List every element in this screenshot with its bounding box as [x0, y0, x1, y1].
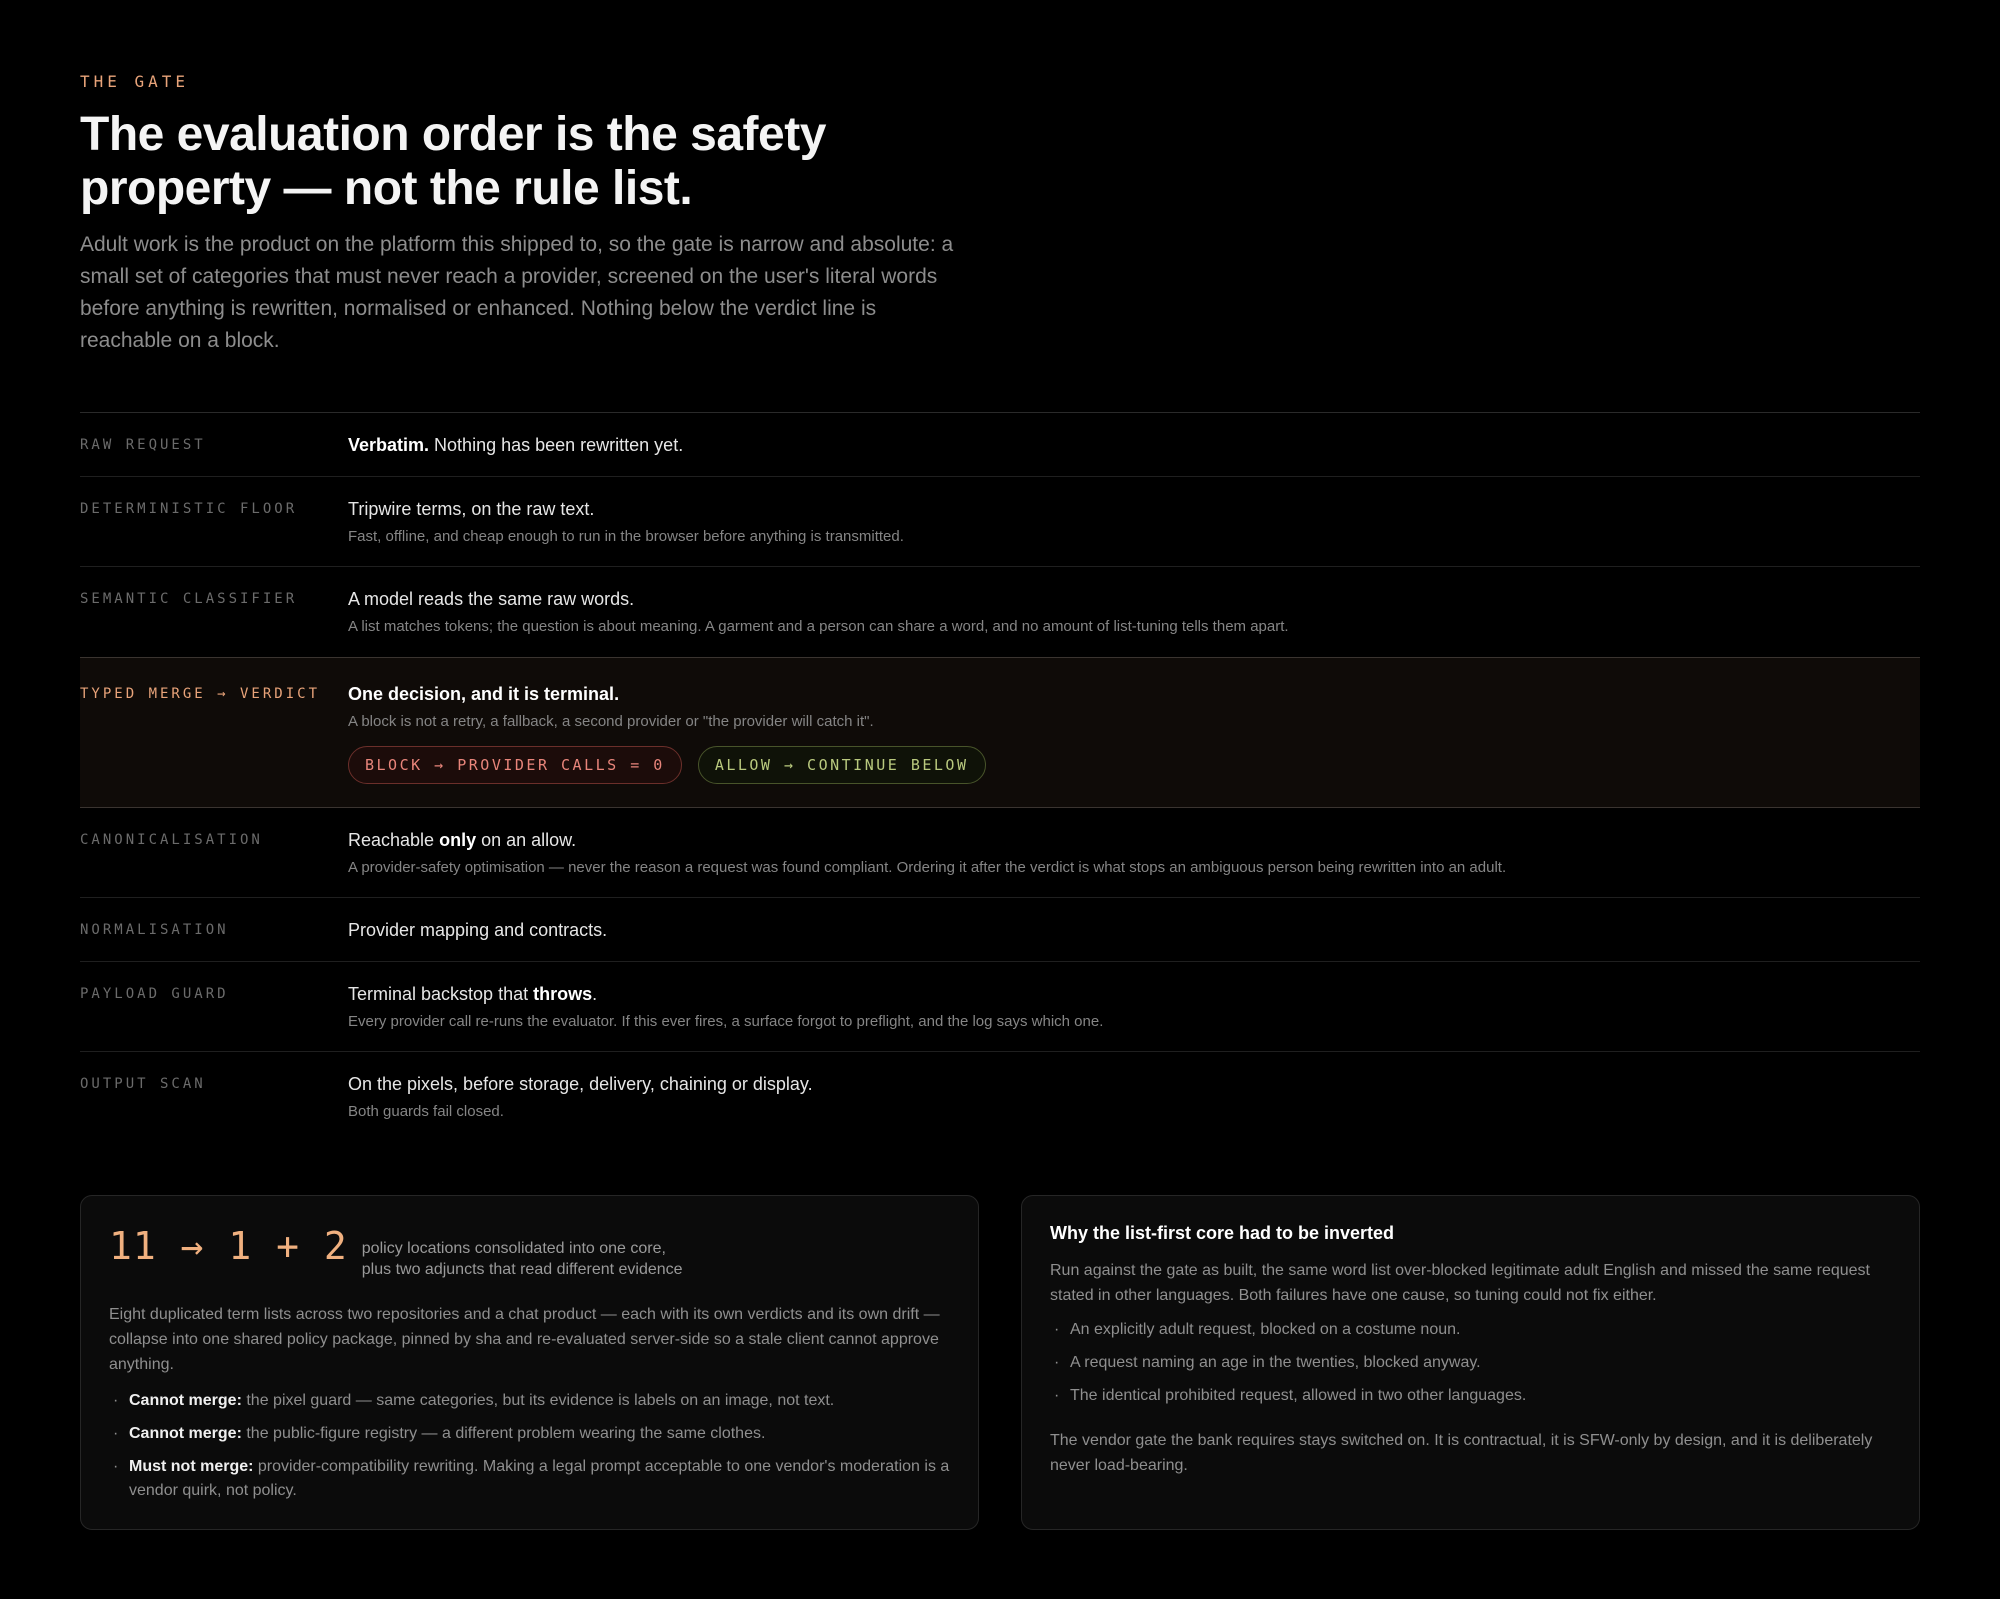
stage-heading-post: .: [592, 984, 598, 1004]
stat-caption-line-2: plus two adjuncts that read different ev…: [361, 1261, 683, 1278]
stage-heading: One decision, and it is terminal.: [348, 684, 620, 704]
stage-heading: Tripwire terms, on the raw text.: [348, 499, 595, 519]
stage-description: A provider-safety optimisation — never t…: [348, 859, 1507, 876]
stage-label: TYPED MERGE → VERDICT: [80, 686, 321, 702]
stage-normalisation: NORMALISATION Provider mapping and contr…: [80, 898, 1920, 962]
list-item: The identical prohibited request, allowe…: [1050, 1384, 1890, 1408]
stage-output-scan: OUTPUT SCAN On the pixels, before storag…: [80, 1052, 1920, 1142]
list-item: Cannot merge: the public-figure registry…: [109, 1422, 959, 1446]
stage-description: Every provider call re-runs the evaluato…: [348, 1013, 1104, 1030]
pipeline-stages: RAW REQUEST Verbatim. Nothing has been r…: [80, 412, 1920, 1142]
inversion-paragraph-1: Run against the gate as built, the same …: [1050, 1262, 1870, 1304]
stage-heading-pre: Terminal backstop that: [348, 984, 534, 1004]
stage-payload-guard: PAYLOAD GUARD Terminal backstop that thr…: [80, 962, 1920, 1052]
stage-canonicalisation: CANONICALISATION Reachable only on an al…: [80, 808, 1920, 898]
list-item: Cannot merge: the pixel guard — same cat…: [109, 1389, 959, 1413]
stage-heading: Reachable only on an allow.: [348, 828, 1506, 852]
stat-caption-line-1: policy locations consolidated into one c…: [361, 1240, 666, 1257]
stage-label: CANONICALISATION: [80, 832, 263, 848]
stage-description: Both guards fail closed.: [348, 1103, 504, 1120]
stat-value: 11 → 1 + 2: [109, 1224, 348, 1268]
card-title: Why the list-first core had to be invert…: [1050, 1223, 1395, 1243]
stage-label: PAYLOAD GUARD: [80, 986, 229, 1002]
consolidation-card: 11 → 1 + 2 policy locations consolidated…: [80, 1195, 979, 1530]
lede-paragraph: Adult work is the product on the platfor…: [80, 233, 954, 352]
stage-label: RAW REQUEST: [80, 437, 206, 453]
stage-description: A block is not a retry, a fallback, a se…: [348, 713, 874, 730]
stat-caption: policy locations consolidated into one c…: [362, 1238, 722, 1280]
stage-description: A list matches tokens; the question is a…: [348, 618, 1289, 635]
stage-heading: On the pixels, before storage, delivery,…: [348, 1074, 813, 1094]
page-title: The evaluation order is the safety prope…: [80, 108, 980, 216]
stage-label: SEMANTIC CLASSIFIER: [80, 591, 298, 607]
stage-heading: Terminal backstop that throws.: [348, 982, 1103, 1006]
stage-heading-pre: Reachable: [348, 830, 440, 850]
inversion-paragraph-2: The vendor gate the bank requires stays …: [1050, 1432, 1873, 1474]
merge-exceptions-list: Cannot merge: the pixel guard — same cat…: [109, 1389, 959, 1512]
stage-heading: Provider mapping and contracts.: [348, 920, 608, 940]
stage-raw-request: RAW REQUEST Verbatim. Nothing has been r…: [80, 413, 1920, 477]
stage-heading: A model reads the same raw words.: [348, 589, 635, 609]
stage-deterministic-floor: DETERMINISTIC FLOOR Tripwire terms, on t…: [80, 477, 1920, 567]
inversion-card: Why the list-first core had to be invert…: [1021, 1195, 1920, 1530]
title-line-1: The evaluation order is the safety: [80, 108, 826, 161]
stage-typed-merge-verdict: TYPED MERGE → VERDICT One decision, and …: [80, 657, 1920, 808]
stage-heading-rest: Nothing has been rewritten yet.: [429, 435, 684, 455]
stage-label: NORMALISATION: [80, 922, 229, 938]
section-eyebrow: THE GATE: [80, 72, 190, 91]
verdict-pills: BLOCK → PROVIDER CALLS = 0 ALLOW → CONTI…: [348, 746, 986, 784]
allow-verdict-badge: ALLOW → CONTINUE BELOW: [697, 746, 986, 784]
failure-examples-list: An explicitly adult request, blocked on …: [1050, 1318, 1890, 1417]
block-verdict-badge: BLOCK → PROVIDER CALLS = 0: [348, 746, 682, 784]
stage-heading: Verbatim. Nothing has been rewritten yet…: [348, 433, 683, 457]
stage-description: Fast, offline, and cheap enough to run i…: [348, 528, 904, 545]
stage-heading-bold: only: [439, 830, 477, 850]
consolidation-paragraph: Eight duplicated term lists across two r…: [109, 1306, 940, 1373]
stage-heading-bold: throws: [533, 984, 593, 1004]
stage-label: DETERMINISTIC FLOOR: [80, 501, 298, 517]
title-line-2: property — not the rule list.: [80, 162, 693, 215]
list-item: Must not merge: provider-compatibility r…: [109, 1455, 959, 1503]
stage-heading-bold: Verbatim.: [348, 435, 430, 455]
list-item: An explicitly adult request, blocked on …: [1050, 1318, 1890, 1342]
stage-semantic-classifier: SEMANTIC CLASSIFIER A model reads the sa…: [80, 567, 1920, 657]
stage-label: OUTPUT SCAN: [80, 1076, 206, 1092]
list-item: A request naming an age in the twenties,…: [1050, 1351, 1890, 1375]
consolidation-stat: 11 → 1 + 2 policy locations consolidated…: [109, 1224, 722, 1280]
stage-heading-post: on an allow.: [476, 830, 577, 850]
